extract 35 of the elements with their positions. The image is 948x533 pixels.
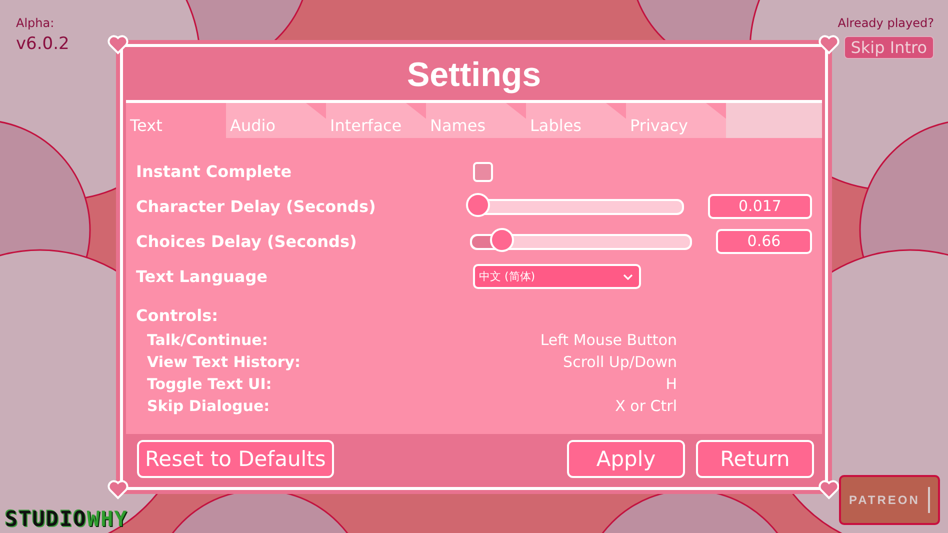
caret-icon	[623, 274, 633, 280]
control-key: Scroll Up/Down	[563, 353, 677, 372]
slider-thumb[interactable]	[466, 192, 490, 216]
reset-button[interactable]: Reset to Defaults	[137, 440, 334, 478]
return-button[interactable]: Return	[696, 440, 814, 478]
skip-intro-button[interactable]: Skip Intro	[844, 36, 934, 59]
setting-label: Character Delay (Seconds)	[136, 197, 377, 216]
language-dropdown[interactable]: 中文 (简体)	[473, 264, 641, 289]
control-key: Left Mouse Button	[540, 331, 677, 350]
version-label: Alpha:	[16, 16, 56, 30]
slider-thumb[interactable]	[490, 228, 514, 252]
control-key: X or Ctrl	[615, 397, 677, 416]
tab[interactable]: Names	[426, 103, 526, 138]
setting-label: Instant Complete	[136, 162, 293, 181]
version-number: v6.0.2	[16, 34, 70, 54]
value-field[interactable]: 0.66	[716, 229, 812, 254]
apply-button[interactable]: Apply	[567, 440, 685, 478]
setting-label: Choices Delay (Seconds)	[136, 232, 358, 251]
settings-title: Settings	[406, 56, 542, 94]
control-action: View Text History:	[147, 353, 300, 372]
tab[interactable]: Audio	[226, 103, 326, 138]
control-action: Talk/Continue:	[147, 331, 268, 350]
checkbox[interactable]	[473, 162, 493, 182]
control-action: Toggle Text UI:	[147, 375, 272, 394]
tab[interactable]: Lables	[526, 103, 626, 138]
control-key: H	[666, 375, 677, 394]
value-field[interactable]: 0.017	[708, 194, 812, 219]
setting-label: Text Language	[136, 267, 269, 286]
studio-logo: STUDIOWHY	[5, 507, 128, 531]
tab[interactable]: Interface	[326, 103, 426, 138]
controls-heading: Controls:	[136, 306, 218, 325]
tab[interactable]: Privacy	[626, 103, 726, 138]
patreon-button[interactable]: PATREON	[839, 475, 940, 525]
already-played-text: Already played?	[838, 16, 934, 30]
control-action: Skip Dialogue:	[147, 397, 270, 416]
